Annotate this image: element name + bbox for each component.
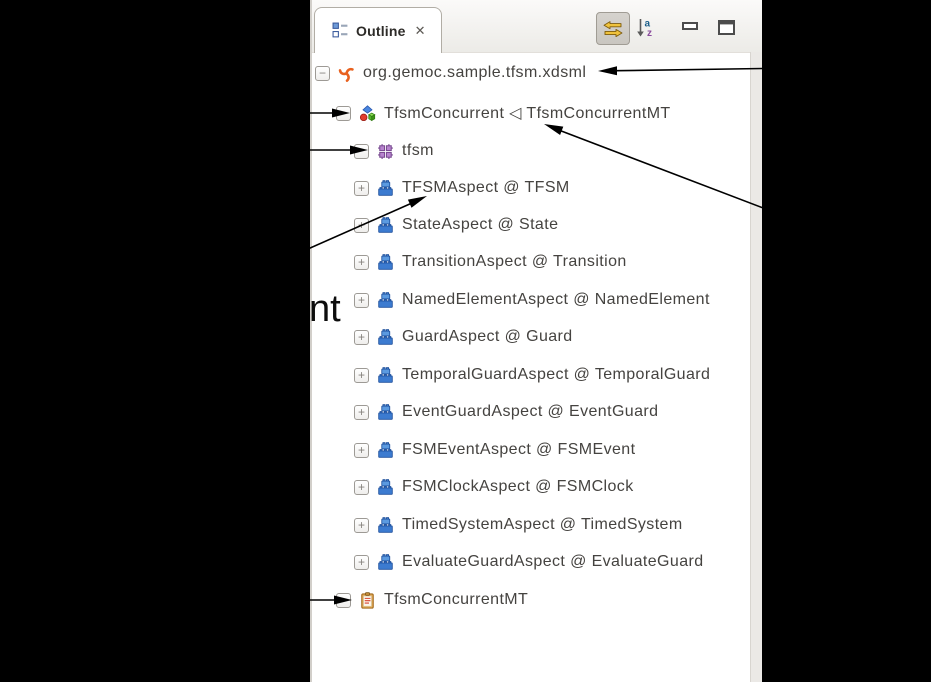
tree-row-label: TransitionAspect @ Transition <box>402 253 627 271</box>
tree-row-label: StateAspect @ State <box>402 216 558 234</box>
dsl-melange-icon <box>359 105 376 122</box>
aspect-icon <box>377 217 394 234</box>
expand-toggle[interactable] <box>354 181 369 196</box>
clipped-annotation-text: nt <box>309 288 341 331</box>
collapse-toggle[interactable] <box>315 66 330 81</box>
tree-row-label: EventGuardAspect @ EventGuard <box>402 403 658 421</box>
tree-row-label: TemporalGuardAspect @ TemporalGuard <box>402 366 710 384</box>
screenshot-stage: Outline ✕ org.gemoc.sample.tfsm.xdsml <box>0 0 931 682</box>
tree-row-tfsmconcurrent[interactable]: TfsmConcurrent ◁ TfsmConcurrentMT <box>312 97 750 129</box>
minimize-button[interactable] <box>681 21 699 31</box>
expand-toggle[interactable] <box>354 255 369 270</box>
tree-row-stateaspect[interactable]: StateAspect @ State <box>312 209 750 241</box>
tree-row-label: GuardAspect @ Guard <box>402 328 573 346</box>
tree-row-label: tfsm <box>402 142 434 160</box>
outline-view-icon <box>332 22 349 39</box>
aspect-icon <box>377 292 394 309</box>
outline-view-panel: Outline ✕ org.gemoc.sample.tfsm.xdsml <box>310 0 762 682</box>
tree-row-label: EvaluateGuardAspect @ EvaluateGuard <box>402 553 704 571</box>
expand-toggle[interactable] <box>354 293 369 308</box>
maximize-button[interactable] <box>717 19 736 36</box>
aspect-icon <box>377 180 394 197</box>
aspect-icon <box>377 442 394 459</box>
tree-row-label: TimedSystemAspect @ TimedSystem <box>402 516 683 534</box>
tree-row-tfsmconcurrentmt[interactable]: TfsmConcurrentMT <box>312 584 750 616</box>
gemoc-xdsml-icon <box>338 65 355 82</box>
tree-row-namedelementaspect[interactable]: NamedElementAspect @ NamedElement <box>312 284 750 316</box>
expand-toggle[interactable] <box>354 405 369 420</box>
tree-row-label: TFSMAspect @ TFSM <box>402 179 570 197</box>
scrollbar-track[interactable] <box>750 52 762 682</box>
tree-row-label: org.gemoc.sample.tfsm.xdsml <box>363 64 586 82</box>
tree-row-evaluateguardaspect[interactable]: EvaluateGuardAspect @ EvaluateGuard <box>312 546 750 578</box>
epackage-icon <box>377 143 394 160</box>
tree-row-label: TfsmConcurrentMT <box>384 591 528 609</box>
close-icon[interactable]: ✕ <box>415 23 426 39</box>
view-header: Outline ✕ <box>312 0 762 53</box>
tree-row-transitionaspect[interactable]: TransitionAspect @ Transition <box>312 246 750 278</box>
aspect-icon <box>377 367 394 384</box>
tree-row-eventguardaspect[interactable]: EventGuardAspect @ EventGuard <box>312 396 750 428</box>
expand-toggle[interactable] <box>354 368 369 383</box>
tab-label: Outline <box>356 23 406 39</box>
expand-toggle[interactable] <box>354 480 369 495</box>
aspect-icon <box>377 254 394 271</box>
link-with-editor-button[interactable] <box>596 12 630 45</box>
clipboard-icon <box>359 592 376 609</box>
tree-row-fsmclockaspect[interactable]: FSMClockAspect @ FSMClock <box>312 471 750 503</box>
aspect-icon <box>377 404 394 421</box>
tree-row-timedsystemaspect[interactable]: TimedSystemAspect @ TimedSystem <box>312 509 750 541</box>
sort-button[interactable] <box>634 15 658 41</box>
tree-row-temporalguardaspect[interactable]: TemporalGuardAspect @ TemporalGuard <box>312 359 750 391</box>
collapse-toggle[interactable] <box>336 593 351 608</box>
tree-row-label: FSMEventAspect @ FSMEvent <box>402 441 635 459</box>
aspect-icon <box>377 554 394 571</box>
expand-toggle[interactable] <box>354 443 369 458</box>
tree-row-fsmeventaspect[interactable]: FSMEventAspect @ FSMEvent <box>312 434 750 466</box>
tree-row-tfsmaspect[interactable]: TFSMAspect @ TFSM <box>312 172 750 204</box>
tree-row-guardaspect[interactable]: GuardAspect @ Guard <box>312 321 750 353</box>
expand-toggle[interactable] <box>354 218 369 233</box>
link-with-editor-icon <box>602 18 624 40</box>
tree-row-label: FSMClockAspect @ FSMClock <box>402 478 634 496</box>
tree-row-label: NamedElementAspect @ NamedElement <box>402 291 710 309</box>
aspect-icon <box>377 329 394 346</box>
aspect-icon <box>377 479 394 496</box>
minimize-icon <box>682 22 698 30</box>
expand-toggle[interactable] <box>354 330 369 345</box>
maximize-icon <box>718 20 735 35</box>
aspect-icon <box>377 517 394 534</box>
tree-row-tfsm[interactable]: tfsm <box>312 135 750 167</box>
collapse-toggle[interactable] <box>336 106 351 121</box>
sort-az-icon <box>636 17 656 39</box>
tab-outline[interactable]: Outline ✕ <box>314 7 442 53</box>
tree-row-xdsml[interactable]: org.gemoc.sample.tfsm.xdsml <box>312 57 750 89</box>
collapse-toggle[interactable] <box>354 144 369 159</box>
expand-toggle[interactable] <box>354 555 369 570</box>
expand-toggle[interactable] <box>354 518 369 533</box>
tree-row-label: TfsmConcurrent ◁ TfsmConcurrentMT <box>384 103 671 123</box>
